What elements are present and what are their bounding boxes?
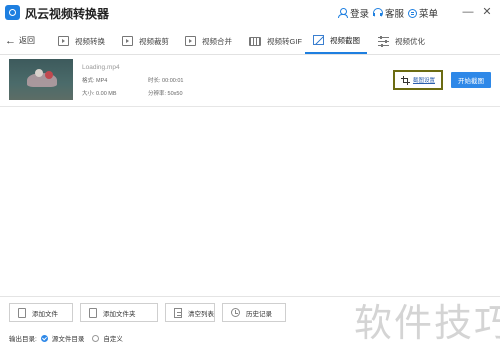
user-icon bbox=[338, 8, 348, 18]
service-label: 客服 bbox=[385, 9, 405, 20]
source-dir-label: 源文件目录 bbox=[51, 336, 85, 343]
list-icon bbox=[174, 307, 182, 318]
add-file-button[interactable]: 添加文件 bbox=[9, 303, 73, 322]
file-name: Loading.mp4 bbox=[82, 64, 120, 71]
history-label: 历史记录 bbox=[246, 310, 272, 318]
app-logo-icon bbox=[5, 5, 20, 20]
screenshot-settings-label: 截图设置 bbox=[412, 78, 435, 84]
function-tabs: ← 返回 视频转换 视频裁剪 视频合并 视频转GIF 视频截图 视频优化 bbox=[0, 28, 500, 55]
tab-label: 视频裁剪 bbox=[139, 36, 169, 46]
video-merge-icon bbox=[185, 36, 196, 46]
back-button[interactable]: ← 返回 bbox=[5, 35, 35, 46]
login-label: 登录 bbox=[350, 9, 370, 20]
close-button[interactable]: ✕ bbox=[481, 6, 493, 18]
menu-label: 菜单 bbox=[419, 9, 439, 20]
tab-video-cut[interactable]: 视频裁剪 bbox=[122, 28, 169, 54]
history-button[interactable]: 历史记录 bbox=[222, 303, 286, 322]
tab-label: 视频优化 bbox=[395, 36, 425, 46]
tab-label: 视频截图 bbox=[330, 35, 360, 45]
tab-video-to-gif[interactable]: 视频转GIF bbox=[249, 28, 302, 54]
crop-icon bbox=[400, 76, 410, 85]
tab-video-screenshot[interactable]: 视频截图 bbox=[305, 28, 367, 54]
file-duration: 时长: 00:00:01 bbox=[148, 78, 184, 84]
video-thumbnail bbox=[9, 59, 73, 100]
output-directory: 输出目录: 源文件目录 自定义 bbox=[9, 333, 123, 343]
tab-video-convert[interactable]: 视频转换 bbox=[58, 28, 105, 54]
add-folder-label: 添加文件夹 bbox=[103, 310, 136, 318]
video-convert-icon bbox=[58, 36, 69, 46]
custom-dir-label: 自定义 bbox=[103, 336, 123, 343]
start-screenshot-button[interactable]: 开始截图 bbox=[451, 72, 491, 88]
tab-label: 视频合并 bbox=[202, 36, 232, 46]
back-label: 返回 bbox=[19, 36, 35, 45]
screenshot-settings-button[interactable]: 截图设置 bbox=[393, 70, 443, 90]
custom-dir-radio[interactable] bbox=[92, 334, 100, 342]
optimize-icon bbox=[378, 36, 389, 46]
menu-icon bbox=[408, 8, 417, 18]
screenshot-icon bbox=[313, 35, 324, 45]
service-button[interactable]: 客服 bbox=[373, 6, 404, 20]
back-arrow-icon: ← bbox=[5, 34, 16, 47]
login-button[interactable]: 登录 bbox=[338, 6, 369, 20]
gif-icon bbox=[249, 36, 261, 46]
watermark: 软件技巧 bbox=[354, 301, 500, 345]
source-dir-radio[interactable] bbox=[40, 334, 48, 342]
folder-file-icon bbox=[89, 307, 97, 318]
headset-icon bbox=[373, 8, 383, 18]
app-title: 风云视频转换器 bbox=[25, 7, 110, 21]
minimize-button[interactable]: — bbox=[462, 6, 474, 18]
title-bar: 风云视频转换器 登录 客服 菜单 — ✕ bbox=[0, 0, 500, 26]
file-size: 大小: 0.00 MB bbox=[82, 91, 117, 97]
file-format: 格式: MP4 bbox=[82, 78, 108, 84]
video-cut-icon bbox=[122, 36, 133, 46]
clock-icon bbox=[231, 308, 240, 317]
clear-list-label: 清空列表 bbox=[188, 310, 214, 318]
tab-video-optimize[interactable]: 视频优化 bbox=[378, 28, 425, 54]
menu-button[interactable]: 菜单 bbox=[408, 6, 438, 20]
file-icon bbox=[18, 307, 26, 318]
file-resolution: 分辨率: 50x50 bbox=[148, 91, 183, 97]
add-file-label: 添加文件 bbox=[32, 310, 58, 318]
add-folder-button[interactable]: 添加文件夹 bbox=[80, 303, 158, 322]
tab-video-merge[interactable]: 视频合并 bbox=[185, 28, 232, 54]
bottom-divider bbox=[0, 296, 500, 297]
tab-label: 视频转换 bbox=[75, 36, 105, 46]
tab-label: 视频转GIF bbox=[267, 36, 302, 46]
clear-list-button[interactable]: 清空列表 bbox=[165, 303, 215, 322]
output-label: 输出目录: bbox=[9, 336, 37, 343]
